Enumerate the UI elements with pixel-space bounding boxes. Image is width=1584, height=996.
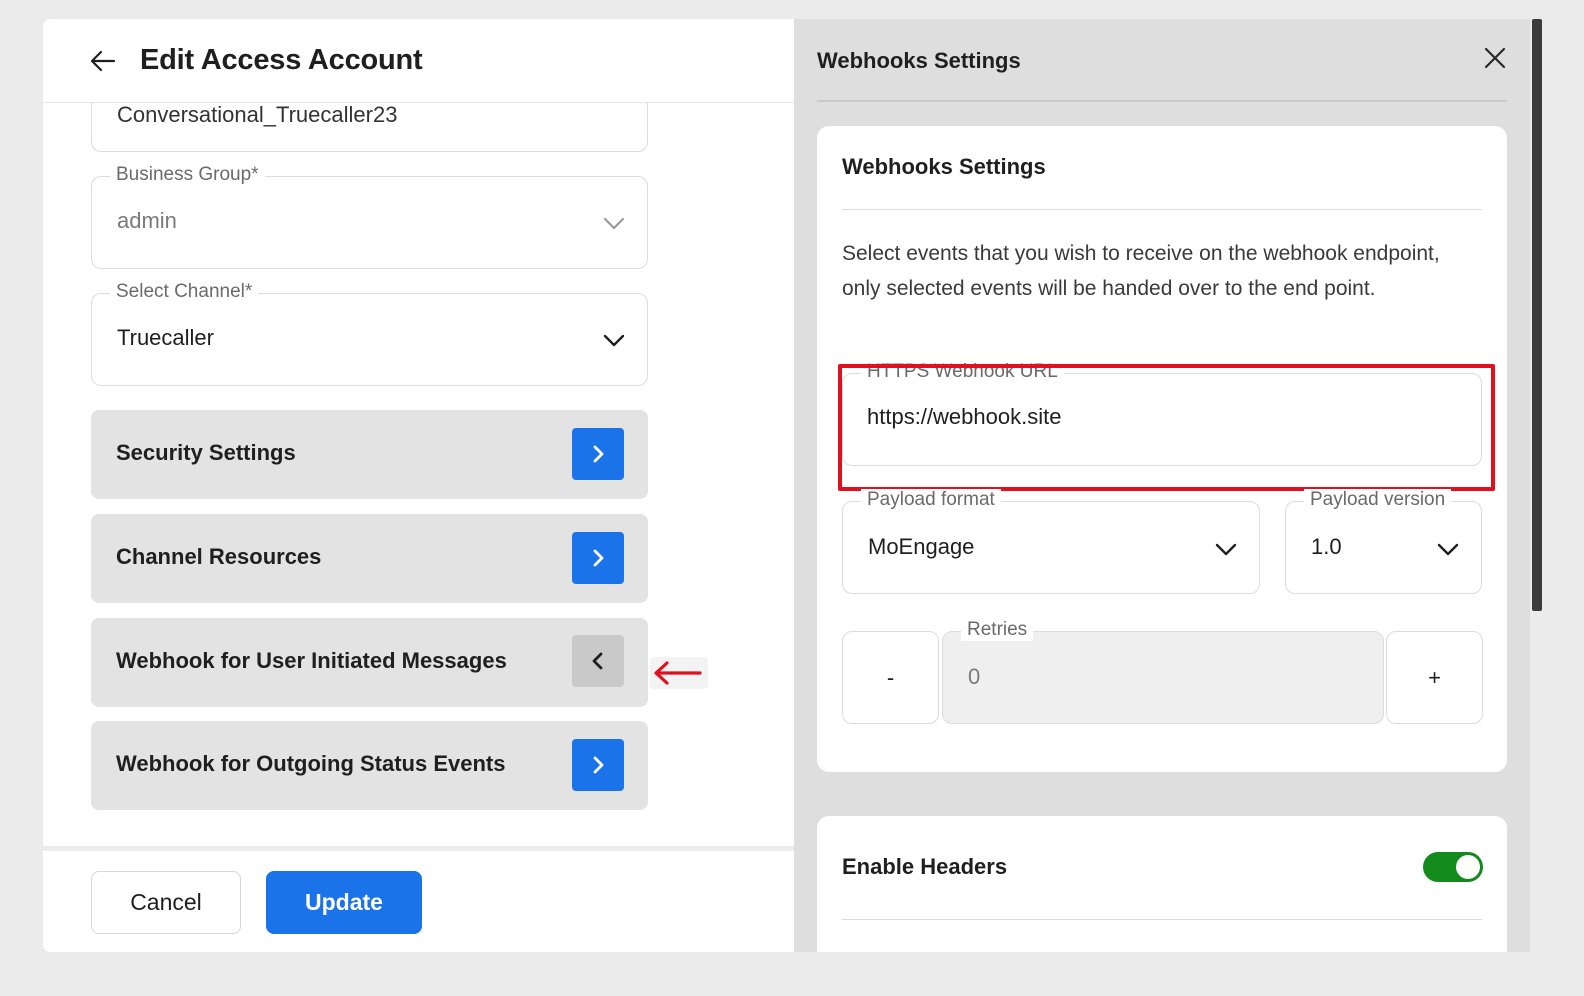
section-webhook-outgoing-status[interactable]: Webhook for Outgoing Status Events	[91, 721, 648, 810]
retries-decrement-button[interactable]: -	[842, 631, 939, 724]
drawer-title: Webhooks Settings	[817, 48, 1021, 73]
update-button[interactable]: Update	[266, 871, 422, 934]
section-security-settings[interactable]: Security Settings	[91, 410, 648, 499]
retries-field: Retries 0	[942, 619, 1384, 724]
section-channel-resources[interactable]: Channel Resources	[91, 514, 648, 603]
card-title: Webhooks Settings	[842, 154, 1046, 179]
retries-label: Retries	[961, 619, 1034, 641]
channel-value: Truecaller	[117, 325, 214, 350]
retries-value: 0	[968, 664, 981, 689]
channel-select[interactable]: Select Channel* Truecaller	[91, 281, 648, 386]
chevron-right-icon	[593, 756, 604, 774]
card-description: Select events that you wish to receive o…	[842, 242, 1440, 300]
form-footer: Cancel Update	[43, 846, 794, 952]
webhooks-settings-drawer: Webhooks Settings Webhooks Settings Sele…	[794, 19, 1530, 952]
card-title: Enable Headers	[842, 854, 1008, 879]
close-icon[interactable]	[1482, 45, 1508, 71]
expand-button[interactable]	[572, 428, 624, 480]
section-label: Webhook for Outgoing Status Events	[116, 751, 506, 776]
webhook-url-label: HTTPS Webhook URL	[861, 361, 1064, 383]
page-title: Edit Access Account	[140, 44, 423, 76]
cancel-button[interactable]: Cancel	[91, 871, 241, 934]
chevron-down-icon	[603, 334, 625, 347]
arrow-left-icon	[90, 50, 116, 72]
payload-version-select[interactable]: Payload version 1.0	[1285, 489, 1482, 594]
enable-headers-card: Enable Headers	[817, 816, 1507, 952]
payload-format-value: MoEngage	[868, 534, 975, 559]
webhooks-settings-card: Webhooks Settings Select events that you…	[817, 126, 1507, 772]
section-label: Security Settings	[116, 440, 296, 465]
expand-button[interactable]	[572, 532, 624, 584]
webhook-url-input[interactable]	[867, 404, 1087, 430]
webhook-url-field[interactable]: HTTPS Webhook URL	[842, 361, 1482, 466]
expand-button[interactable]	[572, 739, 624, 791]
chevron-right-icon	[593, 445, 604, 463]
enable-headers-toggle[interactable]	[1423, 852, 1483, 882]
divider	[817, 100, 1507, 102]
retries-increment-button[interactable]: +	[1386, 631, 1483, 724]
section-label: Webhook for User Initiated Messages	[116, 648, 507, 673]
divider	[842, 209, 1482, 210]
chevron-down-icon	[1215, 543, 1237, 556]
chevron-down-icon	[1437, 543, 1459, 556]
business-group-value: admin	[117, 208, 177, 233]
annotation-arrow	[650, 657, 708, 689]
collapse-button[interactable]	[572, 635, 624, 687]
chevron-right-icon	[593, 549, 604, 567]
payload-format-label: Payload format	[861, 489, 1001, 511]
chevron-left-icon	[592, 652, 603, 670]
section-webhook-user-initiated[interactable]: Webhook for User Initiated Messages	[91, 618, 648, 707]
payload-format-select[interactable]: Payload format MoEngage	[842, 489, 1260, 594]
payload-version-label: Payload version	[1304, 489, 1452, 511]
scrollbar-thumb[interactable]	[1532, 19, 1542, 611]
edit-access-account-panel: Conversational_Truecaller23 Edit Access …	[43, 19, 794, 952]
business-group-select[interactable]: Business Group* admin	[91, 164, 648, 269]
back-button[interactable]	[87, 45, 119, 77]
channel-label: Select Channel*	[110, 281, 259, 303]
red-arrow-icon	[654, 661, 702, 685]
scrollbar[interactable]	[1530, 19, 1544, 952]
panel-header: Edit Access Account	[43, 19, 794, 103]
payload-version-value: 1.0	[1311, 534, 1342, 559]
account-name-value: Conversational_Truecaller23	[117, 102, 398, 127]
business-group-label: Business Group*	[110, 164, 265, 186]
divider	[842, 919, 1482, 920]
section-label: Channel Resources	[116, 544, 322, 569]
chevron-down-icon	[603, 217, 625, 230]
toggle-knob	[1456, 855, 1480, 879]
